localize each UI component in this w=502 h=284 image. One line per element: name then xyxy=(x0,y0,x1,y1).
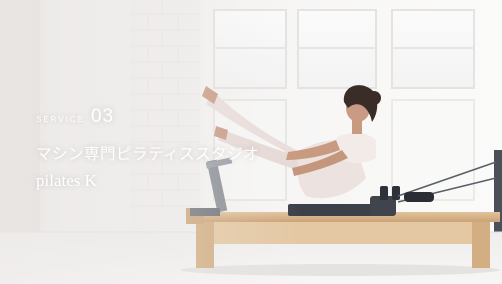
service-eyebrow: SERVICE 03 xyxy=(36,106,259,128)
service-title-en: pilates K xyxy=(36,171,97,190)
service-label: SERVICE xyxy=(36,113,85,125)
service-title-jp: マシン専門ピラティススタジオ xyxy=(36,145,260,163)
service-caption: SERVICE 03 マシン専門ピラティススタジオ pilates K xyxy=(36,106,259,191)
service-number: 03 xyxy=(90,106,115,127)
service-card[interactable]: SERVICE 03 マシン専門ピラティススタジオ pilates K xyxy=(0,0,502,284)
